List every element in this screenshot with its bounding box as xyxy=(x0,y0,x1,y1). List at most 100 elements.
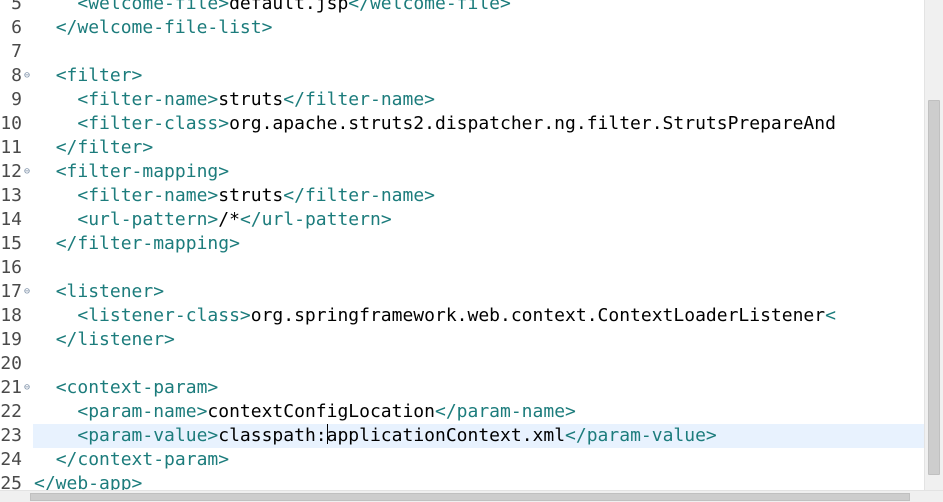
xml-tag: </listener> xyxy=(55,329,175,350)
fold-collapse-icon[interactable]: ⊖ xyxy=(22,376,32,400)
line-number: 5 xyxy=(11,0,22,14)
xml-text: struts xyxy=(218,185,284,206)
code-line[interactable]: 7 xyxy=(0,40,924,64)
xml-tag: <welcome-file> xyxy=(77,0,230,14)
xml-tag: <filter> xyxy=(55,65,143,86)
code-line[interactable]: 24 </context-param> xyxy=(0,448,924,472)
code-line[interactable]: 17 ⊖ <listener> xyxy=(0,280,924,304)
xml-text: struts xyxy=(218,89,284,110)
xml-tag: </welcome-file-list> xyxy=(55,17,273,38)
xml-tag: < xyxy=(825,305,836,326)
line-number: 13 xyxy=(0,185,22,206)
code-text: </welcome-file-list> xyxy=(34,16,273,40)
code-line[interactable]: 16 xyxy=(0,256,924,280)
xml-text: /* xyxy=(218,209,240,230)
fold-collapse-icon[interactable]: ⊖ xyxy=(22,64,32,88)
code-line[interactable]: 23 <param-value>classpath:applicationCon… xyxy=(0,424,924,448)
line-number: 24 xyxy=(0,449,22,470)
fold-collapse-icon[interactable]: ⊖ xyxy=(22,160,32,184)
code-line[interactable]: 25 </web-app> xyxy=(0,472,924,490)
line-number: 6 xyxy=(11,17,22,38)
xml-tag: </filter> xyxy=(55,137,154,158)
xml-text: classpath: xyxy=(218,425,327,446)
xml-tag: <param-value> xyxy=(77,425,219,446)
line-number: 18 xyxy=(0,305,22,326)
code-line[interactable]: 5 <welcome-file>default.jsp</welcome-fil… xyxy=(0,0,924,16)
xml-tag: <filter-name> xyxy=(77,89,219,110)
line-number: 25 xyxy=(0,473,22,490)
line-number: 12 xyxy=(0,161,22,182)
line-number: 23 xyxy=(0,425,22,446)
line-number: 22 xyxy=(0,401,22,422)
xml-tag: <filter-mapping> xyxy=(55,161,230,182)
code-line[interactable]: 12 ⊖ <filter-mapping> xyxy=(0,160,924,184)
line-number: 15 xyxy=(0,233,22,254)
xml-tag: <param-name> xyxy=(77,401,208,422)
code-line[interactable]: 20 xyxy=(0,352,924,376)
code-line[interactable]: 6 </welcome-file-list> xyxy=(0,16,924,40)
code-line[interactable]: 14 <url-pattern>/*</url-pattern> xyxy=(0,208,924,232)
code-text: <filter> xyxy=(34,64,143,88)
line-number: 7 xyxy=(11,41,22,62)
code-line[interactable]: 8 ⊖ <filter> xyxy=(0,64,924,88)
line-number: 9 xyxy=(11,89,22,110)
xml-tag: <url-pattern> xyxy=(77,209,219,230)
xml-tag: </web-app> xyxy=(34,473,143,490)
line-number: 19 xyxy=(0,329,22,350)
xml-tag: </context-param> xyxy=(55,449,230,470)
code-text: </context-param> xyxy=(34,448,229,472)
xml-text: org.apache.struts2.dispatcher.ng.filter.… xyxy=(229,113,836,134)
xml-text: org.springframework.web.context.ContextL… xyxy=(250,305,826,326)
code-text: </web-app> xyxy=(34,472,142,490)
code-text: <context-param> xyxy=(34,376,219,400)
xml-text: contextConfigLocation xyxy=(207,401,435,422)
code-text: <filter-class>org.apache.struts2.dispatc… xyxy=(34,112,836,136)
xml-tag: </param-value> xyxy=(565,425,717,446)
code-line[interactable]: 21 ⊖ <context-param> xyxy=(0,376,924,400)
xml-text: default.jsp xyxy=(229,0,349,14)
xml-tag: </url-pattern> xyxy=(239,209,392,230)
code-text: <listener-class>org.springframework.web.… xyxy=(34,304,836,328)
xml-tag: </welcome-file> xyxy=(348,0,511,14)
horizontal-scrollbar[interactable] xyxy=(0,490,943,502)
code-editor[interactable]: 5 <welcome-file>default.jsp</welcome-fil… xyxy=(0,0,924,490)
line-number: 14 xyxy=(0,209,22,230)
vertical-scrollbar-thumb[interactable] xyxy=(928,100,940,475)
code-line[interactable]: 22 <param-name>contextConfigLocation</pa… xyxy=(0,400,924,424)
xml-tag: </filter-mapping> xyxy=(55,233,240,254)
code-line[interactable]: 19 </listener> xyxy=(0,328,924,352)
vertical-scrollbar[interactable] xyxy=(924,0,943,490)
code-line[interactable]: 18 <listener-class>org.springframework.w… xyxy=(0,304,924,328)
line-number: 21 xyxy=(0,377,22,398)
xml-tag: <filter-class> xyxy=(77,113,230,134)
line-number: 10 xyxy=(0,113,22,134)
line-number: 20 xyxy=(0,353,22,374)
code-text: <url-pattern>/*</url-pattern> xyxy=(34,208,392,232)
xml-tag: <context-param> xyxy=(55,377,219,398)
code-line[interactable]: 9 <filter-name>struts</filter-name> xyxy=(0,88,924,112)
code-line[interactable]: 10 <filter-class>org.apache.struts2.disp… xyxy=(0,112,924,136)
xml-tag: </filter-name> xyxy=(283,185,435,206)
code-text: <param-name>contextConfigLocation</param… xyxy=(34,400,576,424)
line-number: 11 xyxy=(0,137,22,158)
code-text: <listener> xyxy=(34,280,164,304)
code-line[interactable]: 11 </filter> xyxy=(0,136,924,160)
line-number: 8 xyxy=(11,65,22,86)
line-number: 16 xyxy=(0,257,22,278)
code-text: </filter-mapping> xyxy=(34,232,240,256)
code-text: <param-value>classpath:applicationContex… xyxy=(34,424,717,448)
code-text: </listener> xyxy=(34,328,175,352)
xml-tag: <listener> xyxy=(55,281,165,302)
code-text: <filter-name>struts</filter-name> xyxy=(34,88,435,112)
fold-collapse-icon[interactable]: ⊖ xyxy=(22,280,32,304)
xml-tag: </filter-name> xyxy=(283,89,435,110)
code-text: <filter-name>struts</filter-name> xyxy=(34,184,435,208)
horizontal-scrollbar-thumb[interactable] xyxy=(30,493,910,501)
xml-tag: <listener-class> xyxy=(77,305,251,326)
code-text: <welcome-file>default.jsp</welcome-file> xyxy=(34,0,511,16)
xml-tag: <filter-name> xyxy=(77,185,219,206)
xml-text: applicationContext.xml xyxy=(326,425,566,446)
code-line[interactable]: 15 </filter-mapping> xyxy=(0,232,924,256)
code-line[interactable]: 13 <filter-name>struts</filter-name> xyxy=(0,184,924,208)
xml-tag: </param-name> xyxy=(434,401,576,422)
